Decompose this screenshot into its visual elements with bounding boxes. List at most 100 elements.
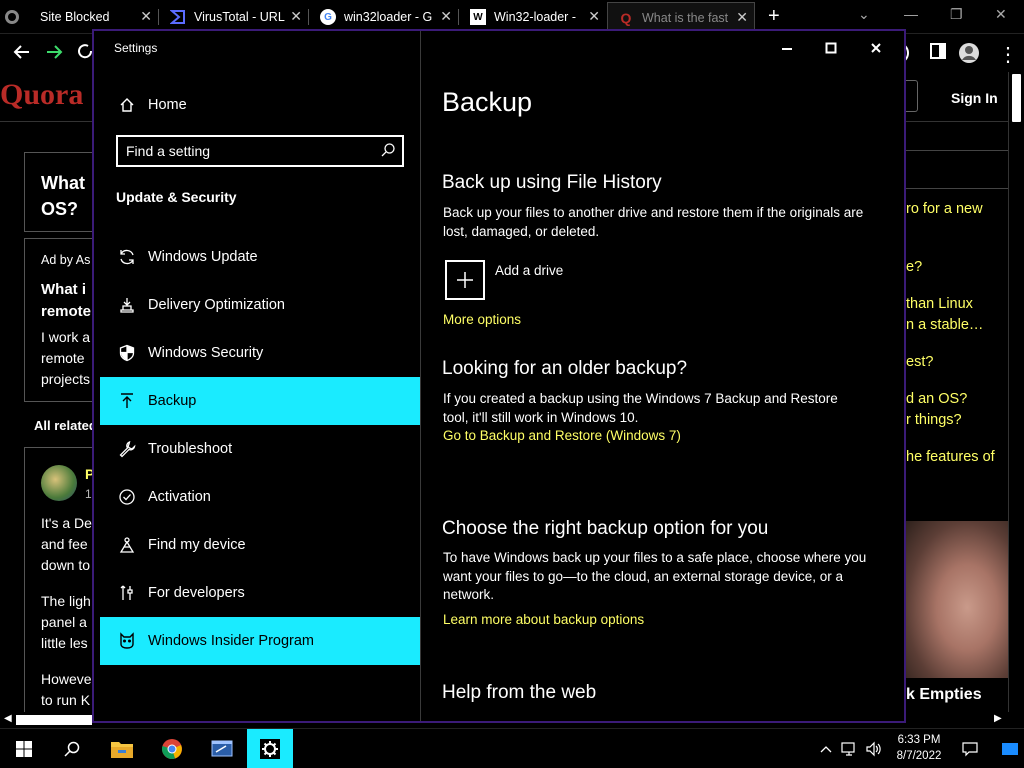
file-history-heading: Back up using File History bbox=[442, 172, 662, 193]
browser-minimize-icon[interactable]: — bbox=[904, 6, 918, 22]
tab-close-icon[interactable]: ✕ bbox=[440, 8, 452, 25]
ad-title[interactable]: k Empties bbox=[906, 686, 982, 704]
maximize-button[interactable] bbox=[819, 38, 843, 58]
system-clock[interactable]: 6:33 PM 8/7/2022 bbox=[893, 732, 945, 764]
tab-close-icon[interactable]: ✕ bbox=[140, 8, 152, 25]
taskbar-app-window[interactable] bbox=[198, 729, 246, 768]
tab-close-icon[interactable]: ✕ bbox=[588, 8, 600, 25]
tab-site-blocked[interactable]: Site Blocked ✕ bbox=[0, 2, 158, 32]
add-drive-button[interactable] bbox=[445, 260, 485, 300]
action-center-icon[interactable] bbox=[956, 729, 984, 768]
profile-avatar-icon[interactable] bbox=[958, 42, 980, 70]
nav-item-find-my-device[interactable]: Find my device bbox=[100, 521, 420, 569]
settings-nav-list: Windows Update Delivery Optimization Win… bbox=[100, 233, 420, 665]
ad-body-line: remote bbox=[41, 350, 85, 366]
tab-virustotal[interactable]: VirusTotal - URL ✕ bbox=[160, 2, 308, 32]
search-icon[interactable] bbox=[380, 142, 396, 163]
ad-headline-line[interactable]: remote bbox=[41, 303, 91, 320]
sidebar-divider bbox=[906, 188, 1008, 189]
related-question-link[interactable]: he features of bbox=[906, 449, 995, 465]
page-title: Backup bbox=[442, 87, 533, 117]
clock-time: 6:33 PM bbox=[897, 734, 941, 746]
related-question-link[interactable]: r things? bbox=[906, 412, 962, 428]
tab-title: Win32-loader - bbox=[494, 10, 576, 24]
browser-close-icon[interactable]: ✕ bbox=[995, 6, 1007, 23]
nav-item-for-developers[interactable]: For developers bbox=[100, 569, 420, 617]
related-question-link[interactable]: e? bbox=[906, 259, 922, 275]
ad-body-line: I work a bbox=[41, 329, 91, 345]
nav-item-delivery-optimization[interactable]: Delivery Optimization bbox=[100, 281, 420, 329]
related-question-link[interactable]: ro for a new bbox=[906, 201, 983, 217]
taskbar-file-explorer[interactable] bbox=[98, 729, 146, 768]
find-setting-input[interactable] bbox=[126, 142, 366, 160]
tab-quora-active[interactable]: Q What is the fast ✕ bbox=[607, 2, 755, 32]
taskbar-search-button[interactable] bbox=[48, 729, 96, 768]
nav-item-activation[interactable]: Activation bbox=[100, 473, 420, 521]
shield-icon bbox=[116, 343, 138, 363]
related-question-link[interactable]: n a stable… bbox=[906, 317, 983, 333]
backup-restore-windows7-link[interactable]: Go to Backup and Restore (Windows 7) bbox=[443, 428, 681, 443]
settings-titlebar[interactable]: Settings bbox=[94, 31, 904, 65]
tray-overflow-chevron-icon[interactable] bbox=[816, 729, 836, 768]
question-title[interactable]: What OS? bbox=[41, 170, 85, 222]
nav-item-windows-security[interactable]: Windows Security bbox=[100, 329, 420, 377]
minimize-icon bbox=[782, 48, 792, 50]
tab-wikipedia[interactable]: W Win32-loader - ✕ bbox=[460, 2, 606, 32]
scroll-left-arrow-icon[interactable]: ◀ bbox=[4, 713, 12, 724]
page-vertical-scrollbar[interactable] bbox=[1008, 72, 1024, 712]
tab-close-icon[interactable]: ✕ bbox=[290, 8, 302, 25]
nav-home[interactable]: Home bbox=[116, 95, 187, 115]
related-question-link[interactable]: est? bbox=[906, 354, 933, 370]
scrollbar-thumb[interactable] bbox=[1012, 74, 1021, 122]
taskbar-settings-active[interactable] bbox=[247, 729, 293, 768]
related-question-link[interactable]: than Linux bbox=[906, 296, 973, 312]
nav-home-label: Home bbox=[148, 97, 187, 113]
tab-close-icon[interactable]: ✕ bbox=[736, 9, 748, 26]
side-panel-icon[interactable] bbox=[929, 42, 947, 66]
question-title-line: OS? bbox=[41, 199, 79, 219]
related-question-link[interactable]: d an OS? bbox=[906, 391, 967, 407]
add-drive-label[interactable]: Add a drive bbox=[495, 263, 563, 278]
network-icon[interactable] bbox=[838, 729, 860, 768]
find-setting-box[interactable] bbox=[116, 135, 404, 167]
show-desktop-button[interactable] bbox=[996, 729, 1024, 768]
tab-title: What is the fast bbox=[642, 10, 729, 25]
learn-more-backup-link[interactable]: Learn more about backup options bbox=[443, 612, 644, 627]
back-arrow-icon[interactable] bbox=[12, 42, 32, 68]
nav-item-backup[interactable]: Backup bbox=[100, 377, 420, 425]
nav-item-windows-insider-program[interactable]: Windows Insider Program bbox=[100, 617, 420, 665]
scrollbar-thumb[interactable] bbox=[16, 715, 92, 725]
more-options-link[interactable]: More options bbox=[443, 312, 521, 327]
maximize-icon bbox=[825, 42, 837, 54]
tab-title: Site Blocked bbox=[40, 10, 110, 24]
start-button[interactable] bbox=[0, 729, 48, 768]
sign-in-link[interactable]: Sign In bbox=[951, 90, 998, 106]
scroll-right-arrow-icon[interactable]: ▶ bbox=[994, 713, 1002, 724]
browser-restore-icon[interactable]: ❐ bbox=[950, 6, 963, 23]
answer-author-avatar[interactable] bbox=[41, 465, 77, 501]
home-icon bbox=[116, 95, 138, 115]
check-circle-icon bbox=[116, 487, 138, 507]
ad-headline-line[interactable]: What i bbox=[41, 281, 86, 298]
nav-item-troubleshoot[interactable]: Troubleshoot bbox=[100, 425, 420, 473]
close-button[interactable] bbox=[864, 38, 888, 58]
all-related-filter[interactable]: All related bbox=[34, 418, 97, 433]
browser-menu-icon[interactable]: ⋮ bbox=[998, 42, 1018, 67]
ad-photo[interactable] bbox=[906, 521, 1008, 678]
nav-item-windows-update[interactable]: Windows Update bbox=[100, 233, 420, 281]
volume-icon[interactable] bbox=[862, 729, 886, 768]
new-tab-button[interactable]: + bbox=[768, 5, 780, 28]
windows-taskbar: 6:33 PM 8/7/2022 bbox=[0, 728, 1024, 768]
answer-line: The ligh bbox=[41, 593, 91, 609]
minimize-button[interactable] bbox=[775, 38, 799, 58]
tab-title: VirusTotal - URL bbox=[194, 10, 285, 24]
tab-search-chevron-icon[interactable]: ⌄ bbox=[858, 6, 870, 23]
older-backup-description: If you created a backup using the Window… bbox=[443, 391, 838, 425]
tab-google-search[interactable]: G win32loader - G ✕ bbox=[310, 2, 458, 32]
forward-arrow-icon[interactable] bbox=[44, 42, 64, 68]
close-icon bbox=[871, 43, 881, 53]
quora-logo[interactable]: Quora bbox=[0, 78, 83, 112]
tab-title: win32loader - G bbox=[344, 10, 433, 24]
taskbar-chrome[interactable] bbox=[148, 729, 196, 768]
nav-item-label: Windows Update bbox=[148, 249, 258, 265]
